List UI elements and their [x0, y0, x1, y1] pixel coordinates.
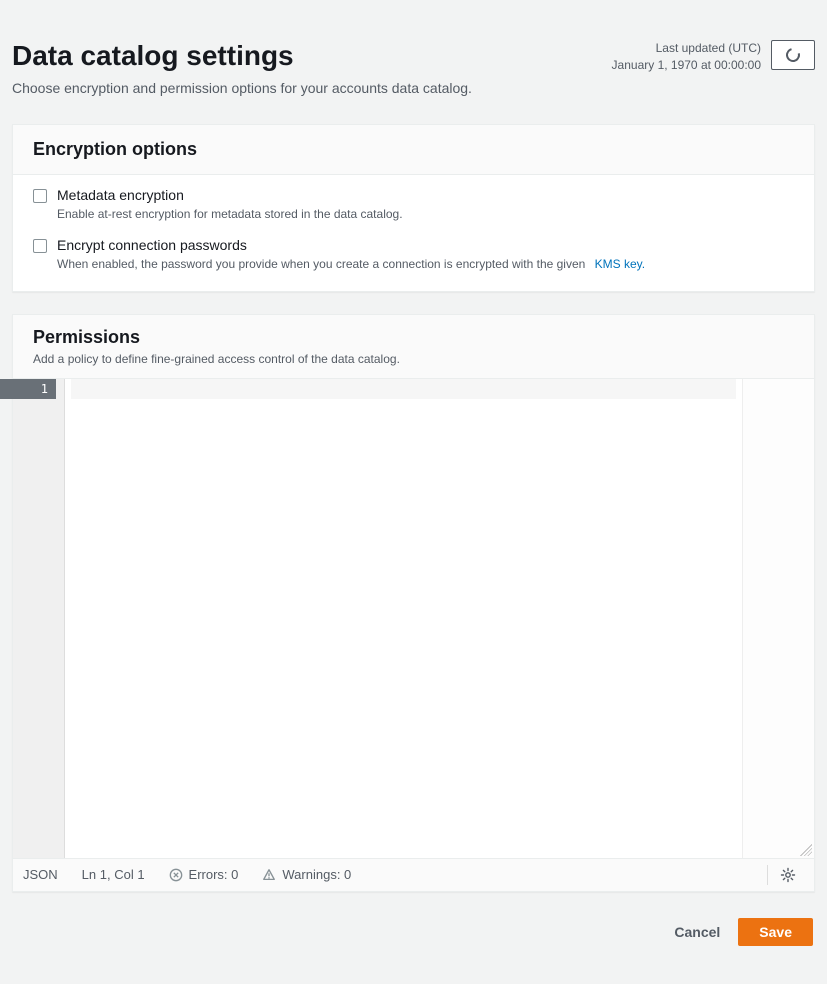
status-warnings-text: Warnings: 0: [282, 867, 351, 882]
warning-icon: [262, 868, 276, 882]
status-errors: Errors: 0: [169, 867, 239, 882]
metadata-encryption-label: Metadata encryption: [57, 187, 403, 203]
gear-icon[interactable]: [780, 867, 796, 883]
encrypt-connection-passwords-checkbox[interactable]: [33, 239, 47, 253]
metadata-encryption-checkbox[interactable]: [33, 189, 47, 203]
encrypt-connection-passwords-desc: When enabled, the password you provide w…: [57, 257, 645, 271]
page-title: Data catalog settings: [12, 40, 294, 72]
code-editor[interactable]: 1: [13, 379, 814, 859]
resize-handle-icon[interactable]: [800, 844, 812, 856]
editor-statusbar: JSON Ln 1, Col 1 Errors: 0 Warnings: 0: [13, 859, 814, 891]
footer-actions: Cancel Save: [12, 914, 815, 950]
metadata-encryption-field: Metadata encryption Enable at-rest encry…: [33, 187, 794, 221]
page-subtitle: Choose encryption and permission options…: [12, 80, 815, 96]
refresh-icon: [783, 45, 802, 64]
status-errors-text: Errors: 0: [189, 867, 239, 882]
permissions-title: Permissions: [33, 327, 794, 348]
status-warnings: Warnings: 0: [262, 867, 351, 882]
last-updated-label: Last updated (UTC): [612, 40, 761, 57]
status-lang: JSON: [23, 867, 58, 882]
code-text-area[interactable]: [65, 379, 742, 858]
save-button[interactable]: Save: [738, 918, 813, 946]
gutter-line-1: 1: [0, 379, 56, 399]
last-updated-value: January 1, 1970 at 00:00:00: [612, 57, 761, 74]
kms-key-link[interactable]: KMS key.: [595, 257, 645, 271]
code-gutter: 1: [13, 379, 65, 858]
code-minimap: [742, 379, 814, 858]
metadata-encryption-desc: Enable at-rest encryption for metadata s…: [57, 207, 403, 221]
status-cursor-position: Ln 1, Col 1: [82, 867, 145, 882]
encrypt-connection-passwords-label: Encrypt connection passwords: [57, 237, 645, 253]
error-icon: [169, 868, 183, 882]
encryption-options-panel: Encryption options Metadata encryption E…: [12, 124, 815, 292]
permissions-panel: Permissions Add a policy to define fine-…: [12, 314, 815, 892]
cancel-button[interactable]: Cancel: [674, 924, 720, 940]
refresh-button[interactable]: [771, 40, 815, 70]
encrypt-connection-passwords-desc-text: When enabled, the password you provide w…: [57, 257, 585, 271]
encrypt-connection-passwords-field: Encrypt connection passwords When enable…: [33, 237, 794, 271]
permissions-desc: Add a policy to define fine-grained acce…: [33, 352, 794, 366]
encryption-options-title: Encryption options: [33, 139, 794, 160]
